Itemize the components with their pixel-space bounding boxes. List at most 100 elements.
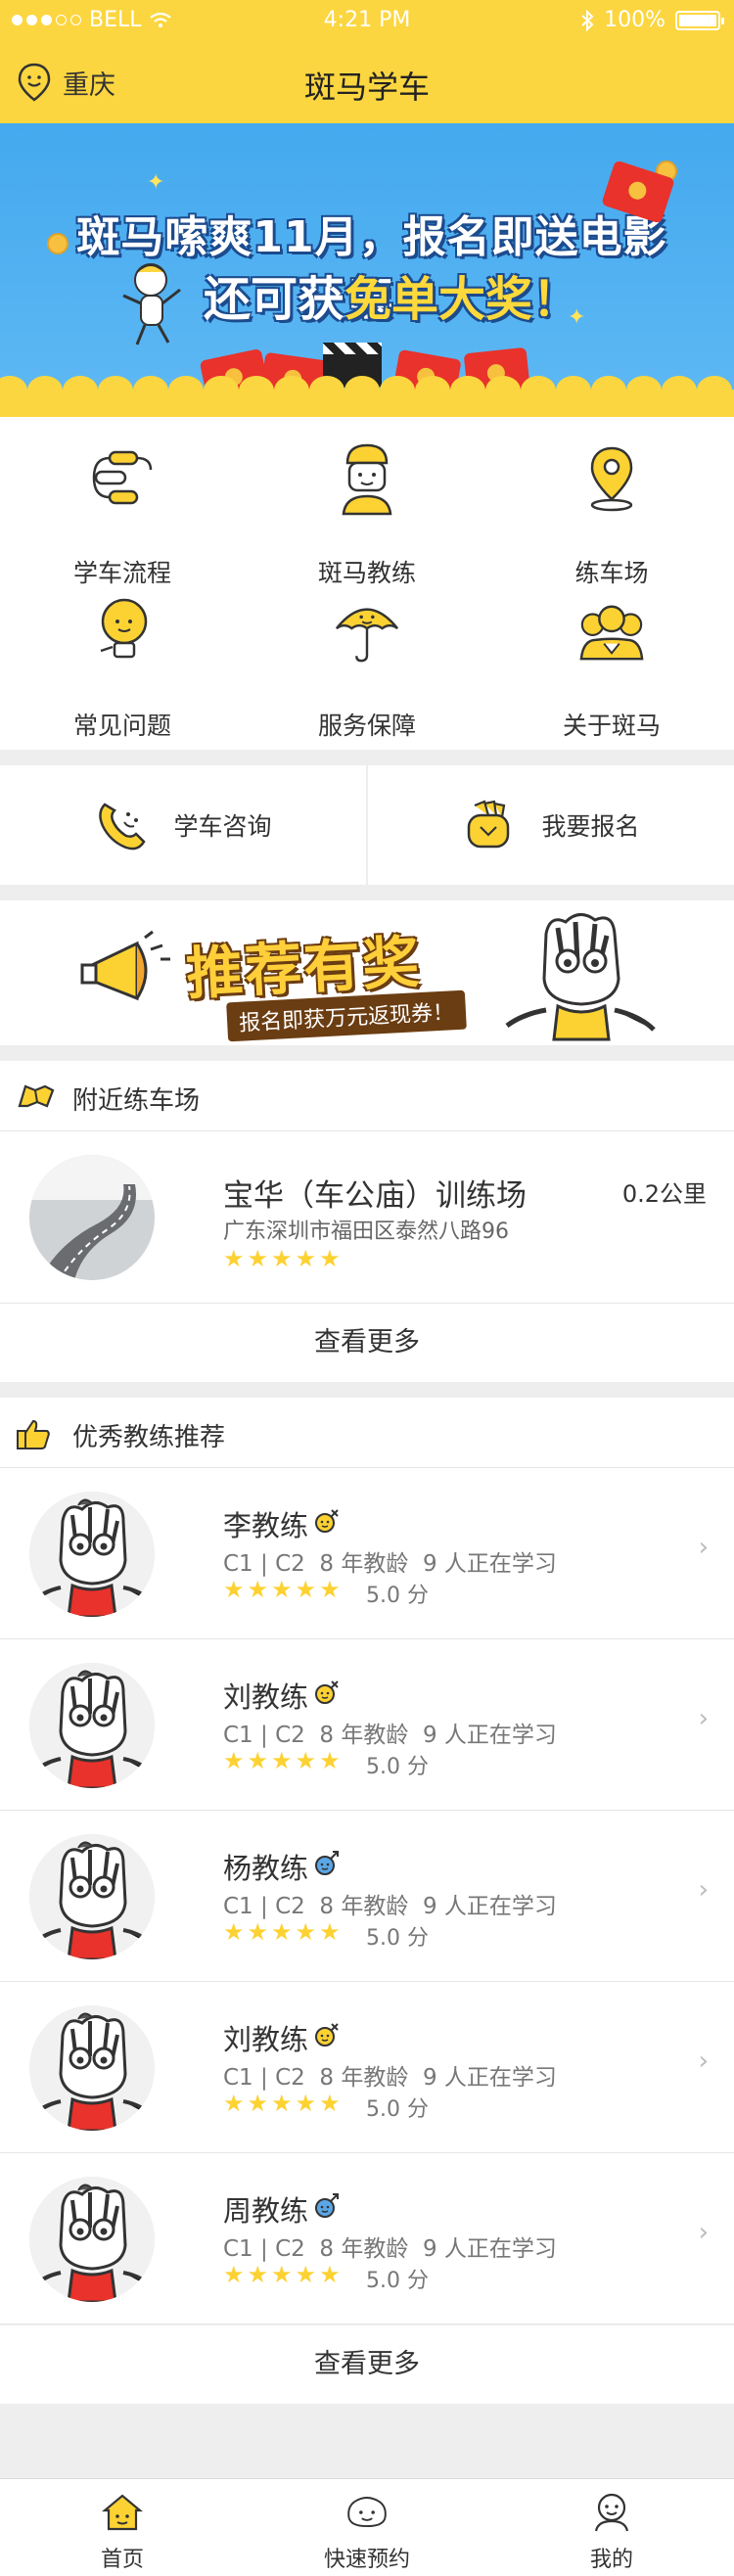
umbrella-icon: [333, 597, 401, 666]
consult-label: 学车咨询: [173, 812, 272, 841]
coach-years: 8 年教龄: [319, 2065, 409, 2091]
tab-quick-book[interactable]: 快速预约: [245, 2479, 489, 2576]
profile-icon: [590, 2491, 633, 2534]
star-icon: ★: [247, 2090, 269, 2117]
tab-home[interactable]: 首页: [0, 2479, 245, 2576]
coach-score: 5.0 分: [366, 2097, 429, 2122]
banner-scallop-edge: [0, 376, 734, 417]
flow-icon: [88, 444, 157, 513]
coach-meta: C1 | C2 8 年教龄 9 人正在学习: [223, 2230, 557, 2263]
status-right: 100%: [580, 8, 724, 32]
male-icon: [315, 1851, 340, 1875]
menu-item-about[interactable]: 关于斑马: [489, 570, 734, 740]
star-icon: ★: [271, 1245, 293, 1272]
star-icon: ★: [319, 1747, 341, 1774]
tab-label: 首页: [100, 2548, 144, 2572]
chevron-right-icon: ›: [698, 2218, 709, 2247]
coach-name: 杨教练: [223, 1852, 309, 1885]
tab-profile[interactable]: 我的: [489, 2479, 734, 2576]
coach-years: 8 年教龄: [319, 1894, 409, 1919]
fields-view-more-button[interactable]: 查看更多: [0, 1304, 734, 1382]
star-icon: ★: [223, 1747, 245, 1774]
coach-name: 刘教练: [223, 2023, 309, 2056]
menu-item-faq[interactable]: 常见问题: [0, 570, 245, 740]
coach-learning: 9 人正在学习: [422, 2065, 557, 2091]
battery-icon: [675, 10, 724, 30]
star-icon: ★: [223, 1576, 245, 1603]
banner-subheadline: 还可获免单大奖！: [196, 260, 587, 329]
coach-years: 8 年教龄: [319, 1551, 409, 1577]
team-icon: [577, 597, 646, 666]
chevron-right-icon: ›: [698, 1875, 709, 1905]
gender-badge: [314, 1679, 340, 1711]
coach-years: 8 年教龄: [319, 2236, 409, 2262]
coach-avatar: [29, 2005, 155, 2131]
rating-stars: ★ ★ ★ ★ ★: [223, 1247, 341, 1270]
bluetooth-icon: [581, 9, 594, 31]
coach-years: 8 年教龄: [319, 1723, 409, 1748]
coach-row[interactable]: 周教练 C1 | C2 8 年教龄 9 人正在学习 ★ ★ ★ ★ ★ 5.0 分 ›: [0, 2153, 734, 2324]
coach-license: C1 | C2: [223, 1894, 305, 1919]
coaches-view-more-button[interactable]: 查看更多: [0, 2325, 734, 2404]
coach-name-group: 周教练: [223, 2188, 340, 2230]
menu-item-service-guarantee[interactable]: 服务保障: [245, 570, 489, 740]
coach-meta: C1 | C2 8 年教龄 9 人正在学习: [223, 1887, 557, 1920]
menu-item-learning-process[interactable]: 学车流程: [0, 417, 245, 587]
gender-badge: [314, 2022, 340, 2053]
training-field-card[interactable]: 宝华（车公庙）训练场 0.2公里 广东深圳市福田区泰然八路96 ★ ★ ★ ★ ★: [0, 1131, 734, 1304]
rating-stars: ★ ★ ★ ★ ★: [223, 1920, 341, 1944]
menu-item-coach[interactable]: 斑马教练: [245, 417, 489, 587]
nearby-fields-header: 附近练车场: [0, 1061, 734, 1131]
coach-row[interactable]: 杨教练 C1 | C2 8 年教龄 9 人正在学习 ★ ★ ★ ★ ★ 5.0 分 ›: [0, 1811, 734, 1982]
star-icon: ★: [295, 2090, 317, 2117]
thumbs-up-icon: [17, 1419, 50, 1449]
signup-button[interactable]: 我要报名: [367, 765, 734, 885]
female-icon: [315, 1680, 339, 1704]
gender-badge: [314, 1508, 340, 1540]
status-bar: BELL 4:21 PM 100%: [0, 0, 734, 39]
rating-stars: ★ ★ ★ ★ ★: [223, 2263, 341, 2286]
coach-row[interactable]: 刘教练 C1 | C2 8 年教龄 9 人正在学习 ★ ★ ★ ★ ★ 5.0 分 ›: [0, 1982, 734, 2153]
referral-banner[interactable]: 推荐有奖 报名即获万元返现券！: [0, 900, 734, 1045]
star-icon: ★: [295, 1747, 317, 1774]
feature-menu: 学车流程 斑马教练 练车场 常见问题 服务保障 关于斑马: [0, 417, 734, 750]
coach-score: 5.0 分: [366, 1926, 429, 1951]
map-icon: [18, 1084, 55, 1108]
coach-license: C1 | C2: [223, 2236, 305, 2262]
star-icon: ★: [319, 1576, 341, 1603]
coach-license: C1 | C2: [223, 1723, 305, 1748]
chevron-right-icon: ›: [698, 1533, 709, 1562]
quick-actions: 学车咨询 我要报名: [0, 765, 734, 885]
star-icon: ★: [247, 2261, 269, 2288]
field-name: 宝华（车公庙）训练场: [223, 1178, 527, 1214]
banner-subheadline-prefix: 还可获: [203, 272, 344, 327]
coin-icon: [47, 233, 69, 254]
coach-row[interactable]: 李教练 C1 | C2 8 年教龄 9 人正在学习 ★ ★ ★ ★ ★ 5.0 分 ›: [0, 1468, 734, 1639]
promo-banner[interactable]: ✦ ✦ 斑马嗦爽11月，报名即送电影票 还可获免单大奖！: [0, 123, 734, 417]
chevron-right-icon: ›: [698, 1704, 709, 1733]
star-icon: ★: [271, 2090, 293, 2117]
top-bar: BELL 4:21 PM 100% 重庆 斑马学车: [0, 0, 734, 123]
battery-percent: 100%: [604, 8, 665, 32]
field-address: 广东深圳市福田区泰然八路96: [223, 1219, 509, 1244]
lightbulb-icon: [88, 597, 157, 666]
female-icon: [315, 2023, 339, 2047]
star-icon: ★: [247, 1747, 269, 1774]
consult-button[interactable]: 学车咨询: [0, 765, 367, 885]
coach-name-group: 杨教练: [223, 1846, 340, 1887]
star-icon: ★: [247, 1245, 269, 1272]
star-icon: ★: [223, 1918, 245, 1946]
rating-stars: ★ ★ ★ ★ ★: [223, 2092, 341, 2115]
page-title: 斑马学车: [303, 69, 430, 106]
gender-badge: [314, 1851, 340, 1882]
signup-label: 我要报名: [541, 812, 640, 841]
coach-learning: 9 人正在学习: [422, 1894, 557, 1919]
signup-hand-icon: [468, 800, 510, 849]
star-icon: ★: [295, 1245, 317, 1272]
tab-label: 快速预约: [323, 2548, 410, 2572]
coach-row[interactable]: 刘教练 C1 | C2 8 年教龄 9 人正在学习 ★ ★ ★ ★ ★ 5.0 分 ›: [0, 1639, 734, 1811]
home-icon: [101, 2491, 144, 2534]
menu-item-training-field[interactable]: 练车场: [489, 417, 734, 587]
coach-score: 5.0 分: [366, 2269, 429, 2293]
section-title: 附近练车场: [72, 1086, 201, 1116]
